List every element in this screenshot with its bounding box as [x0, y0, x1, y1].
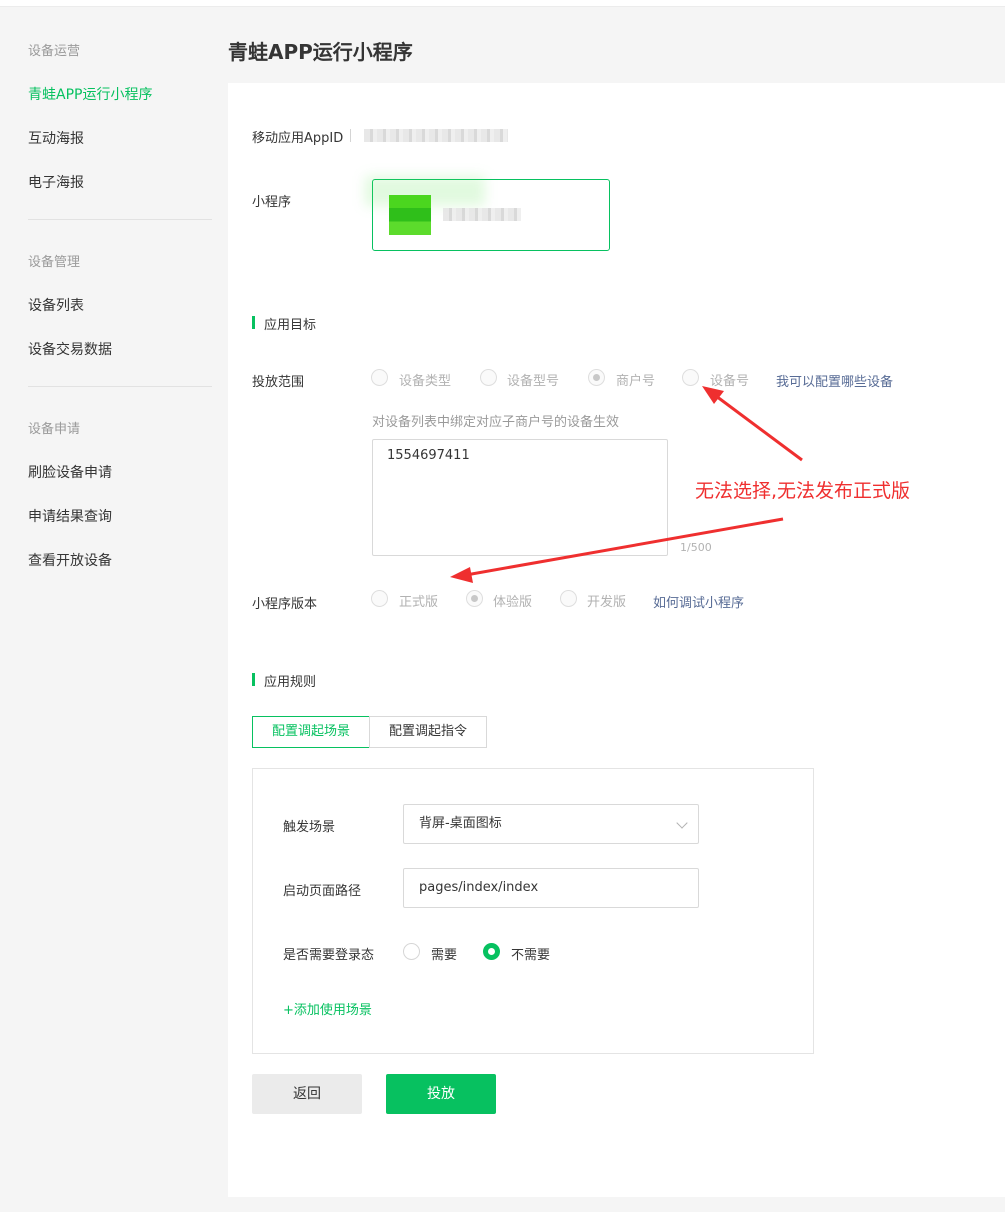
sidebar-item-frog-app-miniprogram[interactable]: 青蛙APP运行小程序: [28, 84, 152, 104]
scope-hint: 对设备列表中绑定对应子商户号的设备生效: [372, 415, 620, 430]
radio-version-dev[interactable]: [560, 590, 577, 607]
annotation-text: 无法选择,无法发布正式版: [695, 480, 911, 502]
start-path-label: 启动页面路径: [283, 884, 362, 899]
back-button[interactable]: 返回: [252, 1074, 362, 1114]
radio-device-model-label: 设备型号: [507, 374, 560, 389]
miniprogram-card[interactable]: [365, 176, 610, 251]
sidebar: 设备运营 青蛙APP运行小程序 互动海报 电子海报 设备管理 设备列表 设备交易…: [0, 8, 228, 1212]
miniprogram-logo: [389, 195, 431, 235]
radio-version-dev-label: 开发版: [587, 595, 627, 610]
radio-merchant-id-label: 商户号: [616, 374, 656, 389]
radio-login-not-required-label: 不需要: [511, 948, 551, 963]
page-title: 青蛙APP运行小程序: [228, 40, 413, 64]
merchant-ids-textarea[interactable]: 1554697411: [372, 439, 668, 556]
sidebar-item-face-device-apply[interactable]: 刷脸设备申请: [28, 462, 112, 482]
trigger-scene-select[interactable]: 背屏-桌面图标: [403, 804, 699, 844]
radio-merchant-id[interactable]: [588, 369, 605, 386]
sidebar-divider: [28, 386, 212, 387]
scope-help-link[interactable]: 我可以配置哪些设备: [776, 371, 893, 390]
sidebar-item-apply-result[interactable]: 申请结果查询: [28, 506, 112, 526]
appid-label: 移动应用AppID: [252, 131, 344, 146]
char-counter: 1/500: [680, 541, 712, 554]
miniprogram-name-redacted: [443, 208, 521, 221]
radio-version-trial-label: 体验版: [493, 595, 533, 610]
radio-device-id-label: 设备号: [710, 374, 750, 389]
trigger-scene-label: 触发场景: [283, 820, 336, 835]
sidebar-item-interactive-poster[interactable]: 互动海报: [28, 128, 84, 148]
trigger-scene-value: 背屏-桌面图标: [419, 816, 502, 831]
section-title-target: 应用目标: [252, 314, 316, 333]
sidebar-item-device-list[interactable]: 设备列表: [28, 295, 84, 315]
radio-device-type-label: 设备类型: [399, 374, 452, 389]
tab-configure-command[interactable]: 配置调起指令: [369, 716, 487, 748]
appid-value-redacted: [364, 129, 508, 142]
sidebar-item-open-devices[interactable]: 查看开放设备: [28, 550, 112, 570]
section-title-rules: 应用规则: [252, 671, 316, 690]
radio-device-type[interactable]: [371, 369, 388, 386]
add-scene-link[interactable]: +添加使用场景: [283, 999, 372, 1018]
radio-version-trial[interactable]: [466, 590, 483, 607]
radio-login-not-required[interactable]: [483, 943, 500, 960]
top-bar: [0, 0, 1005, 7]
radio-device-id[interactable]: [682, 369, 699, 386]
start-path-input[interactable]: pages/index/index: [403, 868, 699, 908]
radio-version-release-label: 正式版: [399, 595, 439, 610]
scope-label: 投放范围: [252, 375, 305, 390]
sidebar-group-title-device-operation: 设备运营: [28, 44, 81, 59]
sidebar-divider: [28, 219, 212, 220]
tab-configure-scene[interactable]: 配置调起场景: [252, 716, 370, 748]
sidebar-group-title-device-application: 设备申请: [28, 422, 81, 437]
sidebar-item-device-transactions[interactable]: 设备交易数据: [28, 339, 112, 359]
miniprogram-label: 小程序: [252, 195, 292, 210]
version-help-link[interactable]: 如何调试小程序: [653, 592, 744, 611]
radio-login-required[interactable]: [403, 943, 420, 960]
version-label: 小程序版本: [252, 597, 318, 612]
sidebar-item-electronic-poster[interactable]: 电子海报: [28, 172, 84, 192]
radio-login-required-label: 需要: [431, 948, 458, 963]
chevron-down-icon: [676, 817, 688, 829]
submit-button[interactable]: 投放: [386, 1074, 496, 1114]
login-required-label: 是否需要登录态: [283, 948, 375, 963]
radio-version-release[interactable]: [371, 590, 388, 607]
radio-device-model[interactable]: [480, 369, 497, 386]
appid-separator: [350, 129, 351, 142]
sidebar-group-title-device-management: 设备管理: [28, 255, 81, 270]
